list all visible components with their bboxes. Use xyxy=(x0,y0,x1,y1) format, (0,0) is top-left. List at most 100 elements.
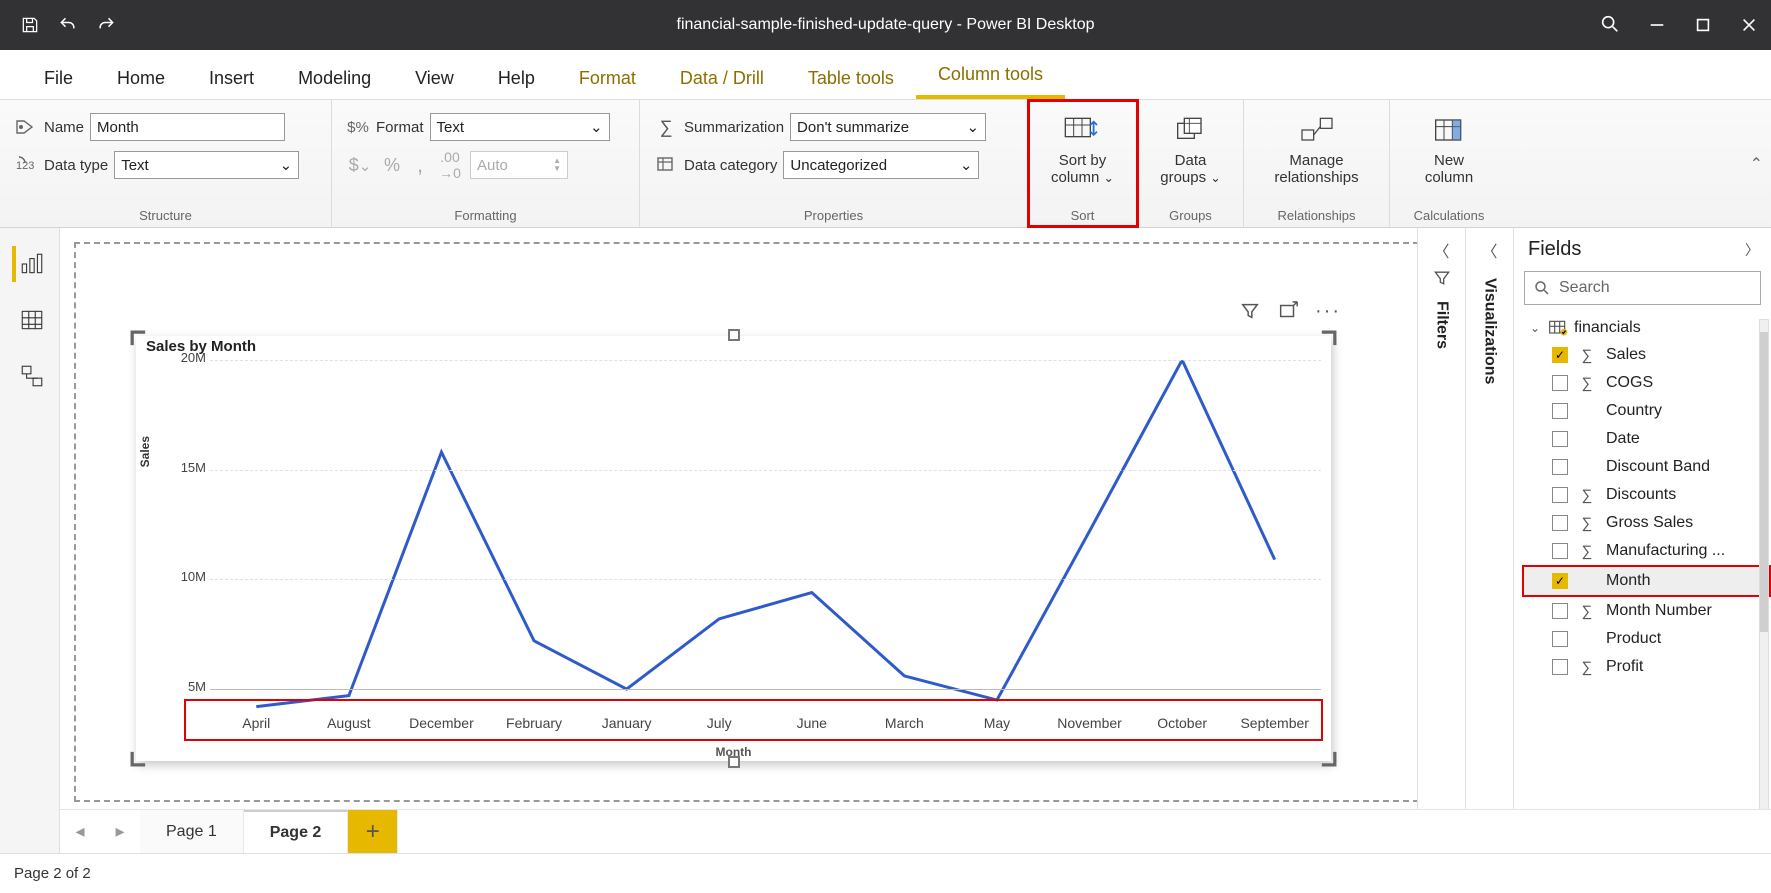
search-icon[interactable] xyxy=(1599,13,1621,38)
tab-insert[interactable]: Insert xyxy=(187,58,276,99)
sigma-icon: ∑ xyxy=(1578,347,1596,364)
undo-icon[interactable] xyxy=(56,13,80,37)
chevron-left-icon[interactable]: 〈 xyxy=(1481,238,1497,262)
chevron-left-icon[interactable]: 〈 xyxy=(1433,238,1449,262)
chevron-right-icon[interactable]: 〉 xyxy=(1745,240,1759,260)
field-date[interactable]: Date xyxy=(1524,425,1771,453)
currency-button[interactable]: $⌄ xyxy=(346,155,374,176)
ribbon-collapse-button[interactable]: ⌃ xyxy=(1750,154,1763,174)
filters-pane[interactable]: 〈 Filters xyxy=(1417,228,1465,853)
field-sales[interactable]: ✓ ∑ Sales xyxy=(1524,341,1771,369)
y-axis-ticks: 5M10M15M20M xyxy=(162,358,206,711)
summarization-select[interactable]: Don't summarize⌄ xyxy=(790,113,986,141)
checkbox[interactable]: ✓ xyxy=(1552,573,1568,589)
group-calculations-label: Calculations xyxy=(1404,208,1494,225)
focus-mode-icon[interactable] xyxy=(1277,300,1299,325)
manage-relationships-button[interactable]: Managerelationships xyxy=(1266,108,1366,186)
data-groups-button[interactable]: Datagroups ⌄ xyxy=(1152,108,1230,186)
tab-format[interactable]: Format xyxy=(557,58,658,99)
format-select[interactable]: Text⌄ xyxy=(430,113,610,141)
x-axis-label: Month xyxy=(716,745,752,759)
maximize-button[interactable] xyxy=(1693,15,1713,35)
field-cogs[interactable]: ∑COGS xyxy=(1524,369,1771,397)
format-icon: $% xyxy=(346,115,370,139)
category-select[interactable]: Uncategorized⌄ xyxy=(783,151,979,179)
new-column-button[interactable]: Newcolumn xyxy=(1410,108,1488,186)
group-groups-label: Groups xyxy=(1152,208,1229,225)
report-canvas[interactable]: ··· Sales by Month Sales 5M10M15M20M Apr… xyxy=(60,228,1417,853)
tab-file[interactable]: File xyxy=(22,58,95,99)
checkbox[interactable] xyxy=(1552,375,1568,391)
data-view-button[interactable] xyxy=(12,302,48,338)
decimal-icon[interactable]: .00→0 xyxy=(436,149,464,181)
report-view-button[interactable] xyxy=(12,246,48,282)
tab-view[interactable]: View xyxy=(393,58,476,99)
tab-column-tools[interactable]: Column tools xyxy=(916,54,1065,99)
checkbox[interactable]: ✓ xyxy=(1552,347,1568,363)
field-discount-band[interactable]: Discount Band xyxy=(1524,453,1771,481)
tab-home[interactable]: Home xyxy=(95,58,187,99)
minimize-button[interactable] xyxy=(1647,15,1667,35)
checkbox[interactable] xyxy=(1552,543,1568,559)
checkbox[interactable] xyxy=(1552,603,1568,619)
redo-icon[interactable] xyxy=(94,13,118,37)
status-bar: Page 2 of 2 xyxy=(0,853,1771,893)
field-label: Month xyxy=(1606,572,1650,590)
name-input[interactable]: Month xyxy=(90,113,285,141)
filters-pane-label: Filters xyxy=(1433,301,1451,349)
fields-title: Fields xyxy=(1528,238,1581,261)
checkbox[interactable] xyxy=(1552,459,1568,475)
field-label: Profit xyxy=(1606,658,1643,676)
add-page-button[interactable]: + xyxy=(348,810,398,853)
decimal-places-input[interactable]: Auto▲▼ xyxy=(470,151,568,179)
checkbox[interactable] xyxy=(1552,515,1568,531)
model-view-button[interactable] xyxy=(12,358,48,394)
ribbon: Name Month 123 Data type Text⌄ Structure… xyxy=(0,100,1771,228)
page-outline: ··· Sales by Month Sales 5M10M15M20M Apr… xyxy=(74,242,1417,802)
fields-scrollbar[interactable] xyxy=(1759,319,1769,847)
tab-help[interactable]: Help xyxy=(476,58,557,99)
tab-modeling[interactable]: Modeling xyxy=(276,58,393,99)
datatype-select[interactable]: Text⌄ xyxy=(114,151,299,179)
page-tab-1[interactable]: Page 1 xyxy=(140,810,244,853)
field-discounts[interactable]: ∑Discounts xyxy=(1524,481,1771,509)
filter-icon[interactable] xyxy=(1239,300,1261,325)
field-profit[interactable]: ∑Profit xyxy=(1524,653,1771,681)
line-chart-visual[interactable]: ··· Sales by Month Sales 5M10M15M20M Apr… xyxy=(136,336,1331,761)
field-product[interactable]: Product xyxy=(1524,625,1771,653)
percent-button[interactable]: % xyxy=(380,155,404,176)
checkbox[interactable] xyxy=(1552,431,1568,447)
sigma-icon: ∑ xyxy=(1578,375,1596,392)
tab-data-drill[interactable]: Data / Drill xyxy=(658,58,786,99)
field-label: Discounts xyxy=(1606,486,1676,504)
chevron-down-icon[interactable]: ⌄ xyxy=(1528,321,1542,335)
checkbox[interactable] xyxy=(1552,631,1568,647)
field-manufacturing-[interactable]: ∑ Manufacturing ... xyxy=(1524,537,1771,565)
checkbox[interactable] xyxy=(1552,487,1568,503)
table-node-financials[interactable]: ⌄ financials xyxy=(1524,315,1771,341)
sigma-icon: ∑ xyxy=(1578,543,1596,560)
filters-pane-toggle-icon[interactable] xyxy=(1432,268,1452,291)
prev-page-button[interactable]: ◂ xyxy=(60,810,100,853)
field-gross-sales[interactable]: ∑Gross Sales xyxy=(1524,509,1771,537)
tab-table-tools[interactable]: Table tools xyxy=(786,58,916,99)
sort-by-column-button[interactable]: Sort bycolumn ⌄ xyxy=(1043,108,1122,186)
summarization-label: Summarization xyxy=(684,119,784,136)
checkbox[interactable] xyxy=(1552,659,1568,675)
comma-button[interactable]: , xyxy=(410,152,430,178)
field-month[interactable]: ✓ Month xyxy=(1522,565,1771,597)
more-options-icon[interactable]: ··· xyxy=(1315,300,1341,325)
visualizations-pane[interactable]: 〈 Visualizations xyxy=(1465,228,1513,853)
close-button[interactable] xyxy=(1739,15,1759,35)
field-label: Sales xyxy=(1606,346,1646,364)
field-label: Manufacturing ... xyxy=(1606,542,1725,560)
datatype-icon: 123 xyxy=(14,153,38,177)
save-icon[interactable] xyxy=(18,13,42,37)
field-month-number[interactable]: ∑Month Number xyxy=(1524,597,1771,625)
checkbox[interactable] xyxy=(1552,403,1568,419)
datatype-label: Data type xyxy=(44,157,108,174)
next-page-button[interactable]: ▸ xyxy=(100,810,140,853)
page-tab-2[interactable]: Page 2 xyxy=(244,810,349,853)
field-country[interactable]: Country xyxy=(1524,397,1771,425)
fields-search-input[interactable]: Search xyxy=(1524,271,1761,305)
